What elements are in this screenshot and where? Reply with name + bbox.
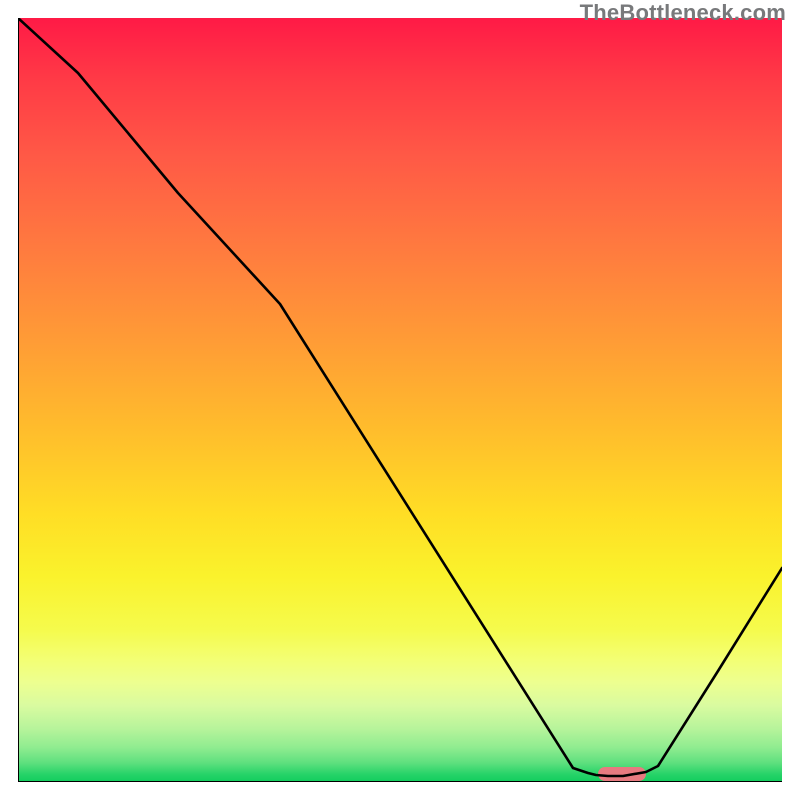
bottleneck-curve <box>18 18 782 782</box>
plot-area <box>18 18 782 782</box>
chart-canvas: TheBottleneck.com <box>0 0 800 800</box>
watermark: TheBottleneck.com <box>580 0 786 26</box>
y-axis <box>18 18 19 782</box>
x-axis <box>18 781 782 782</box>
curve-path <box>18 18 782 776</box>
